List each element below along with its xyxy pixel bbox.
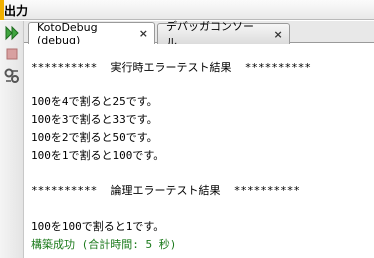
console-line: 100を1で割ると100です。 bbox=[31, 149, 165, 162]
tab-strip: KotoDebug (debug) × デバッガコンソール × bbox=[24, 20, 374, 49]
console-output[interactable]: ********** 実行時エラーテスト結果 ********** 100を4で… bbox=[25, 44, 374, 258]
stop-icon bbox=[5, 47, 19, 61]
output-window-titlebar: 出力 bbox=[0, 0, 374, 20]
settings-icon bbox=[4, 68, 20, 84]
rerun-icon bbox=[4, 25, 20, 41]
output-toolbar bbox=[0, 21, 24, 258]
stop-button[interactable] bbox=[3, 45, 21, 63]
close-icon[interactable]: × bbox=[273, 28, 283, 41]
rerun-button[interactable] bbox=[3, 24, 21, 42]
console-line: 100を3で割ると33です。 bbox=[31, 113, 158, 126]
console-line: ********** 実行時エラーテスト結果 ********** bbox=[31, 61, 311, 74]
console-line: 100を4で割ると25です。 bbox=[31, 95, 158, 108]
close-icon[interactable]: × bbox=[139, 27, 148, 40]
console-line: 100を2で割ると50です。 bbox=[31, 131, 158, 144]
tab-debugger-console[interactable]: デバッガコンソール × bbox=[157, 20, 290, 49]
tab-label: KotoDebug (debug) bbox=[37, 20, 98, 47]
tab-kotodebug[interactable]: KotoDebug (debug) × bbox=[28, 20, 155, 47]
build-success-line: 構築成功 (合計時間: 5 秒) bbox=[31, 238, 177, 251]
window-title: 出力 bbox=[4, 4, 29, 18]
console-line: ********** 論理エラーテスト結果 ********** bbox=[31, 184, 300, 197]
settings-button[interactable] bbox=[3, 67, 21, 85]
console-line: 100を100で割ると1です。 bbox=[31, 220, 165, 233]
